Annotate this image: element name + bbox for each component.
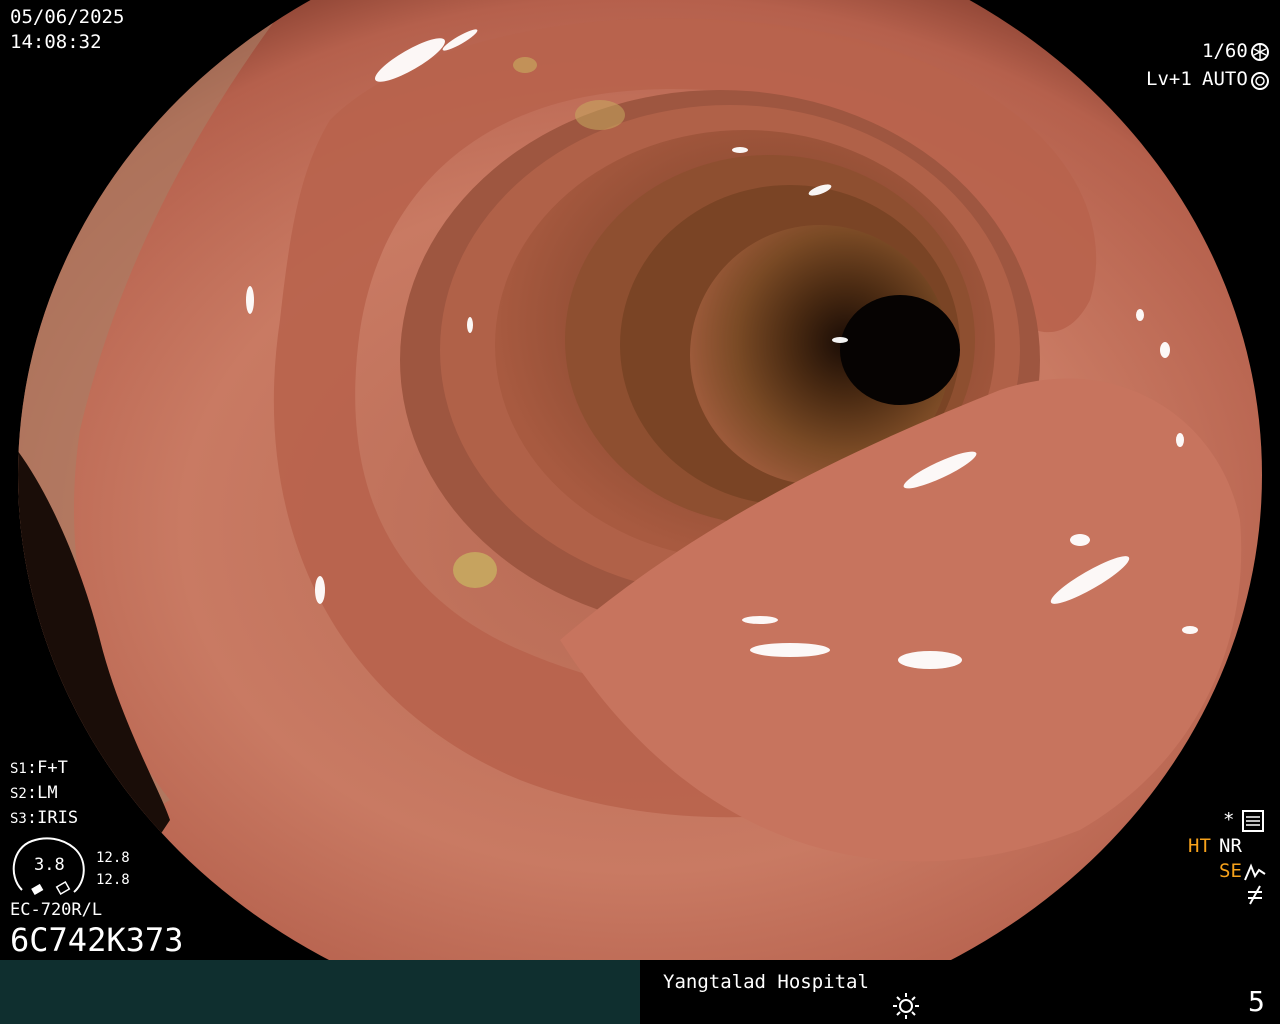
star-indicator: *: [1223, 809, 1235, 831]
freeze-off-icon: [1248, 885, 1262, 905]
nr-indicator: NR: [1219, 835, 1242, 857]
preset-s2: S2:LM: [10, 783, 58, 803]
preset-s3-value: IRIS: [37, 808, 79, 828]
settings-icon: [1242, 810, 1264, 832]
hospital-name: Yangtalad Hospital: [663, 971, 869, 993]
preset-s3: S3:IRIS: [10, 808, 79, 828]
preset-s1: S1:F+T: [10, 758, 68, 778]
brightness-icon: [893, 993, 919, 1019]
brightness-level: Lv+1: [1146, 68, 1192, 90]
se-indicator: SE: [1219, 860, 1242, 882]
structure-enhance-icon: [1244, 863, 1266, 881]
preset-s2-value: LM: [37, 783, 58, 803]
time-label: 14:08:32: [10, 31, 102, 53]
ht-indicator: HT: [1188, 835, 1211, 857]
date-label: 05/06/2025: [10, 6, 125, 28]
scope-model: EC-720R/L: [10, 900, 103, 920]
page-number: 5: [1248, 985, 1265, 1018]
shutter-speed: 1/60: [1202, 40, 1248, 62]
endoscopy-view: [18, 0, 1262, 960]
footer-left-bar: [0, 960, 640, 1024]
scope-serial: 6C742K373: [10, 921, 184, 959]
preset-s1-value: F+T: [37, 758, 68, 778]
gauge-value: 3.8: [34, 855, 65, 875]
gauge-top-value: 12.8: [96, 850, 130, 866]
gauge-bottom-value: 12.8: [96, 872, 130, 888]
shutter-icon: [1251, 43, 1269, 61]
iris-mode: AUTO: [1202, 68, 1248, 90]
aperture-icon: [1251, 72, 1269, 90]
